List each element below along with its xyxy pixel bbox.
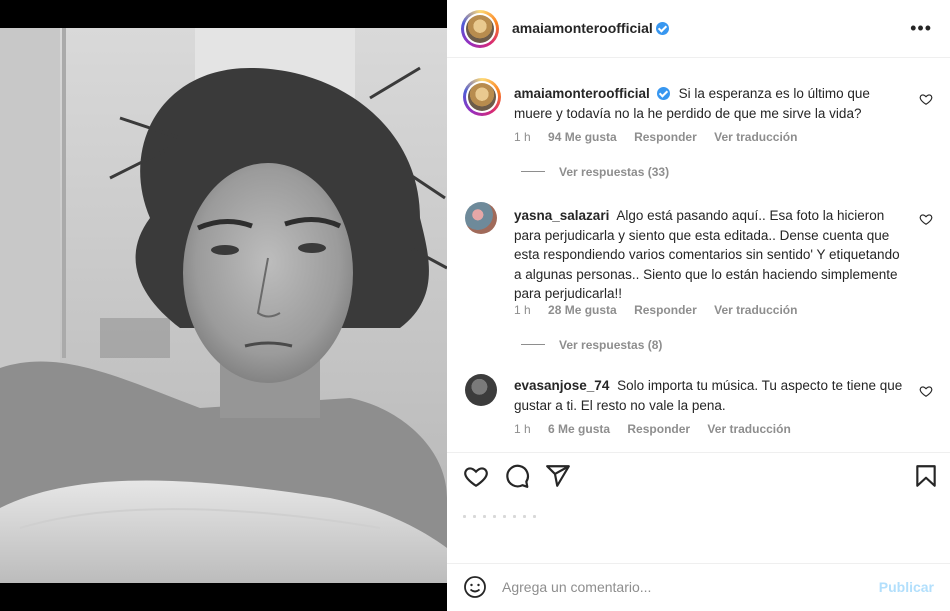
comment-item: evasanjose_74 Solo importa tu música. Tu…	[463, 372, 933, 442]
translate-button[interactable]: Ver traducción	[714, 303, 797, 317]
likes-summary-placeholder	[463, 505, 583, 518]
comment-text-block: amaiamonteroofficial Si la esperanza es …	[514, 84, 894, 123]
comment-likes[interactable]: 6 Me gusta	[548, 422, 610, 436]
view-replies-button[interactable]: Ver respuestas (33)	[521, 165, 669, 179]
post-actions-bar	[447, 452, 950, 498]
post-photo-illustration	[0, 28, 447, 583]
comment-avatar[interactable]	[465, 374, 497, 406]
comment-username[interactable]: amaiamonteroofficial	[514, 86, 650, 101]
comment-item: amaiamonteroofficial Si la esperanza es …	[463, 78, 933, 168]
author-avatar[interactable]	[461, 10, 499, 48]
share-icon[interactable]	[545, 463, 571, 489]
comment-meta: 1 h 28 Me gusta Responder Ver traducción	[514, 303, 811, 317]
view-replies-label: Ver respuestas (33)	[559, 165, 670, 179]
post-photo	[0, 28, 447, 583]
like-comment-heart-icon[interactable]	[919, 212, 933, 226]
comment-avatar[interactable]	[463, 78, 501, 116]
author-username[interactable]: amaiamonteroofficial	[512, 20, 653, 36]
author-name-wrap: amaiamonteroofficial	[512, 20, 669, 38]
translate-button[interactable]: Ver traducción	[714, 130, 797, 144]
bookmark-icon[interactable]	[913, 463, 939, 489]
instagram-post-window: amaiamonteroofficial ••• amaiamonterooff…	[0, 0, 950, 611]
reply-button[interactable]: Responder	[627, 422, 690, 436]
heart-icon[interactable]	[463, 463, 489, 489]
comment-text-block: yasna_salazari Algo está pasando aquí.. …	[514, 206, 904, 304]
emoji-icon[interactable]	[463, 575, 487, 599]
photo-bottom-bar	[0, 583, 447, 611]
comment-meta: 1 h 94 Me gusta Responder Ver traducción	[514, 130, 811, 144]
comment-likes[interactable]: 28 Me gusta	[548, 303, 617, 317]
post-side-panel: amaiamonteroofficial ••• amaiamonterooff…	[447, 0, 950, 611]
comment-input[interactable]	[502, 576, 862, 598]
comment-username[interactable]: evasanjose_74	[514, 378, 609, 393]
verified-badge-icon	[656, 87, 670, 100]
post-header: amaiamonteroofficial •••	[447, 0, 950, 58]
comment-username[interactable]: yasna_salazari	[514, 208, 609, 223]
comment-item: yasna_salazari Algo está pasando aquí.. …	[463, 200, 933, 320]
add-comment-bar: Publicar	[447, 563, 950, 611]
comment-time: 1 h	[514, 422, 531, 436]
comment-icon[interactable]	[504, 463, 530, 489]
like-comment-heart-icon[interactable]	[919, 92, 933, 106]
view-replies-button[interactable]: Ver respuestas (8)	[521, 338, 662, 352]
reply-button[interactable]: Responder	[634, 303, 697, 317]
publish-button[interactable]: Publicar	[879, 579, 934, 595]
comment-avatar[interactable]	[465, 202, 497, 234]
comment-meta: 1 h 6 Me gusta Responder Ver traducción	[514, 422, 805, 436]
translate-button[interactable]: Ver traducción	[707, 422, 790, 436]
comment-likes[interactable]: 94 Me gusta	[548, 130, 617, 144]
comment-time: 1 h	[514, 303, 531, 317]
comment-text-block: evasanjose_74 Solo importa tu música. Tu…	[514, 376, 904, 415]
more-options-icon[interactable]: •••	[910, 18, 932, 39]
photo-top-bar	[0, 0, 447, 28]
reply-button[interactable]: Responder	[634, 130, 697, 144]
comment-time: 1 h	[514, 130, 531, 144]
view-replies-label: Ver respuestas (8)	[559, 338, 663, 352]
like-comment-heart-icon[interactable]	[919, 384, 933, 398]
verified-badge-icon	[655, 22, 669, 35]
